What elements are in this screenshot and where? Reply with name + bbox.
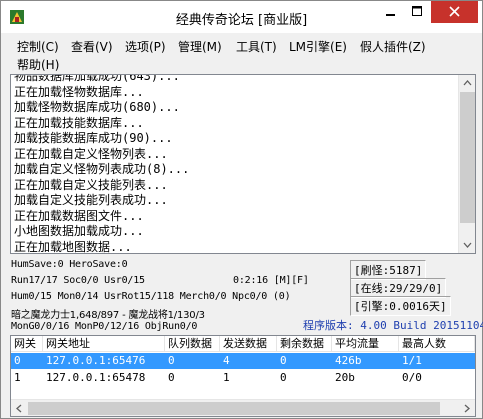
engine-uptime: [引擎:0.0016天] (350, 296, 451, 316)
log-line: 加载自定义技能列表成功... (14, 193, 168, 207)
table-cell: 0 (168, 354, 175, 367)
table-header: 网关 网关地址 队列数据 发送数据 剩余数据 平均流量 最高人数 (11, 336, 475, 352)
status-boss: 暗之魔龙力士1,648/897 - 魔龙战将1/130/3 (11, 310, 205, 321)
table-cell: 20b (335, 371, 355, 384)
table-cell: 127.0.0.1:65476 (46, 354, 146, 367)
table-cell: 1 (14, 371, 21, 384)
maximize-button[interactable] (404, 1, 431, 23)
col-header[interactable]: 队列数据 (165, 336, 220, 352)
log-line: 正在加载怪物数据库... (14, 84, 144, 99)
menu-bot-plugin[interactable]: 假人插件(Z) (355, 36, 431, 57)
main-window: 经典传奇论坛 [商业版] 控制(C) 查看(V) 选项(P) 管理(M) 工具(… (0, 0, 483, 419)
log-line: 加载怪物数据库成功(680)... (14, 100, 180, 114)
table-cell: 0 (168, 371, 175, 384)
table-cell: 0 (14, 354, 21, 367)
log-line: 物品数据库加载成功(643)... (14, 74, 180, 83)
table-row[interactable]: 0 127.0.0.1:65476 0 4 0 426b 1/1 (11, 353, 475, 369)
menu-options[interactable]: 选项(P) (120, 36, 171, 57)
title-bar[interactable]: 经典传奇论坛 [商业版] (1, 1, 482, 33)
status-uptime: 0:2:16 [M][F] (233, 275, 309, 286)
log-line: 加载技能数据库成功(90)... (14, 131, 173, 145)
table-cell: 127.0.0.1:65478 (46, 371, 146, 384)
menu-help[interactable]: 帮助(H) (12, 54, 64, 75)
menu-lm-engine[interactable]: LM引擎(E) (284, 36, 352, 57)
table-cell: 0/0 (402, 371, 422, 384)
menu-view[interactable]: 查看(V) (66, 36, 118, 57)
table-row[interactable]: 1 127.0.0.1:65478 0 1 0 20b 0/0 (11, 370, 475, 386)
table-cell: 426b (335, 354, 362, 367)
status-run: Run17/17 Soc0/0 Usr0/15 (11, 275, 145, 286)
log-line: 正在加载数据图文件... (14, 208, 144, 223)
online-counter: [在线:29/29/0] (350, 278, 447, 298)
table-cell: 0 (280, 371, 287, 384)
version-label: 程序版本: 4.00 Build 20151104 (303, 319, 483, 332)
table-cell: 1/1 (402, 354, 422, 367)
col-header[interactable]: 发送数据 (220, 336, 277, 352)
scroll-thumb[interactable] (460, 92, 475, 223)
col-header[interactable]: 剩余数据 (277, 336, 332, 352)
log-lines: 物品数据库加载成功(643)... 正在加载怪物数据库... 加载怪物数据库成功… (14, 74, 459, 254)
close-button[interactable] (431, 1, 478, 23)
menu-tools[interactable]: 工具(T) (231, 36, 282, 57)
table-cell: 1 (223, 371, 230, 384)
scroll-left-icon[interactable] (11, 400, 28, 416)
log-line: 正在加载自定义技能列表... (14, 177, 168, 192)
log-line: 正在加载技能数据库... (14, 115, 144, 130)
menu-manage[interactable]: 管理(M) (173, 36, 227, 57)
table-cell: 4 (223, 354, 230, 367)
scroll-thumb[interactable] (28, 402, 440, 415)
table-cell: 0 (280, 354, 287, 367)
status-counts: Hum0/15 Mon0/14 UsrRot15/118 Merch0/0 Np… (11, 291, 291, 302)
table-hscrollbar[interactable] (11, 399, 475, 416)
log-scrollbar[interactable] (458, 75, 475, 253)
log-line: 小地图数据加载成功... (14, 224, 144, 238)
refresh-counter: [刷怪:5187] (350, 260, 427, 280)
gateway-table[interactable]: 网关 网关地址 队列数据 发送数据 剩余数据 平均流量 最高人数 0 127.0… (10, 335, 476, 417)
col-header[interactable]: 网关地址 (43, 336, 165, 352)
col-header[interactable]: 平均流量 (332, 336, 399, 352)
status-monsters: MonG0/0/16 MonP0/12/16 ObjRun0/0 (11, 321, 198, 332)
log-line: 加载自定义怪物列表成功(8)... (14, 162, 190, 176)
minimize-button[interactable] (377, 1, 404, 23)
status-save: HumSave:0 HeroSave:0 (11, 259, 128, 270)
col-header[interactable]: 网关 (11, 336, 43, 352)
scroll-up-icon[interactable] (459, 75, 475, 92)
menu-bar: 控制(C) 查看(V) 选项(P) 管理(M) 工具(T) LM引擎(E) 假人… (1, 33, 482, 72)
scroll-down-icon[interactable] (459, 236, 475, 253)
scroll-right-icon[interactable] (458, 400, 475, 416)
log-line: 正在加载自定义怪物列表... (14, 146, 168, 161)
log-line: 正在加载地图数据... (14, 239, 132, 254)
col-header[interactable]: 最高人数 (399, 336, 475, 352)
log-output[interactable]: 物品数据库加载成功(643)... 正在加载怪物数据库... 加载怪物数据库成功… (10, 74, 476, 254)
